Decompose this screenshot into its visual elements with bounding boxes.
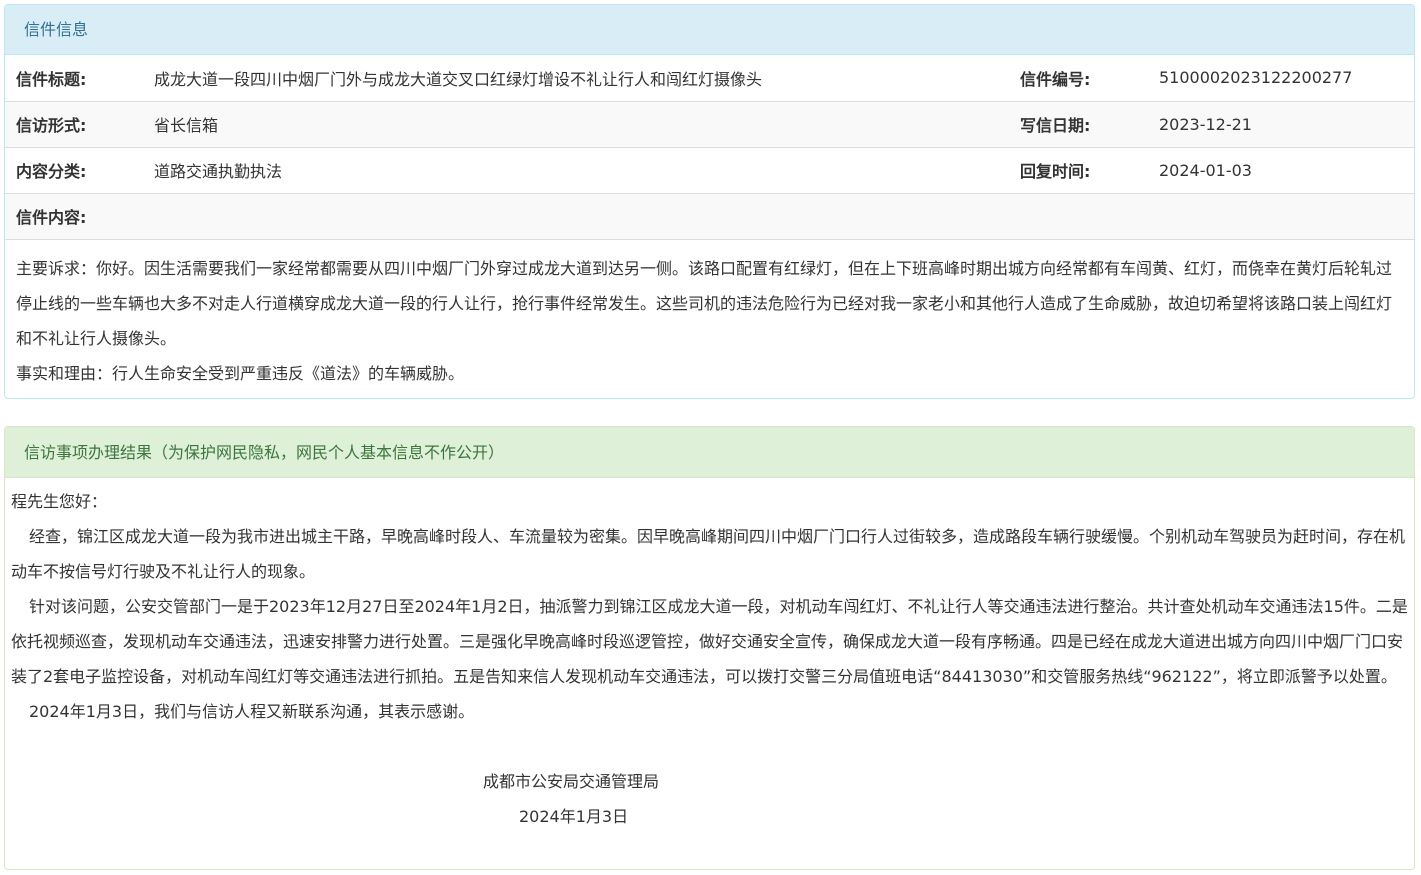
table-row: 信件标题: 成龙大道一段四川中烟厂门外与成龙大道交叉口红绿灯增设不礼让行人和闯红… [5, 55, 1414, 102]
letter-info-heading: 信件信息 [5, 5, 1414, 55]
content-paragraph: 事实和理由：行人生命安全受到严重违反《道法》的车辆威胁。 [16, 363, 465, 383]
reply-paragraph: 针对该问题，公安交管部门一是于2023年12月27日至2024年1月2日，抽派警… [11, 597, 1408, 686]
reply-time-label: 回复时间: [1009, 147, 1159, 194]
write-date-value: 2023-12-21 [1159, 101, 1414, 148]
write-date-label: 写信日期: [1009, 101, 1159, 148]
signature-org: 成都市公安局交通管理局 [483, 772, 660, 791]
table-row: 内容分类: 道路交通执勤执法 回复时间: 2024-01-03 [5, 147, 1414, 194]
signature-date: 2024年1月3日 [519, 807, 629, 826]
content-label: 信件内容: [5, 193, 1414, 240]
reply-greeting: 程先生您好： [11, 492, 108, 511]
letter-info-panel: 信件信息 信件标题: 成龙大道一段四川中烟厂门外与成龙大道交叉口红绿灯增设不礼让… [4, 4, 1415, 399]
title-label: 信件标题: [5, 55, 154, 102]
table-row: 信件内容: [5, 193, 1414, 240]
reply-paragraph: 2024年1月3日，我们与信访人程又新联系沟通，其表示感谢。 [29, 702, 475, 721]
letter-number-label: 信件编号: [1009, 55, 1159, 102]
result-panel: 信访事项办理结果（为保护网民隐私，网民个人基本信息不作公开） 程先生您好： 经查… [4, 426, 1415, 870]
letter-info-table: 信件标题: 成龙大道一段四川中烟厂门外与成龙大道交叉口红绿灯增设不礼让行人和闯红… [5, 55, 1414, 240]
title-value: 成龙大道一段四川中烟厂门外与成龙大道交叉口红绿灯增设不礼让行人和闯红灯摄像头 [154, 55, 1009, 102]
result-heading: 信访事项办理结果（为保护网民隐私，网民个人基本信息不作公开） [5, 427, 1414, 478]
reply-paragraph: 经查，锦江区成龙大道一段为我市进出城主干路，早晚高峰时段人、车流量较为密集。因早… [11, 527, 1406, 581]
reply-body: 程先生您好： 经查，锦江区成龙大道一段为我市进出城主干路，早晚高峰时段人、车流量… [5, 478, 1414, 834]
letter-number-value: 510000202312220027​7 [1159, 55, 1414, 102]
petition-form-label: 信访形式: [5, 101, 154, 148]
letter-content: 主要诉求：你好。因生活需要我们一家经常都需要从四川中烟厂门外穿过成龙大道到达另一… [5, 240, 1414, 391]
content-paragraph: 主要诉求：你好。因生活需要我们一家经常都需要从四川中烟厂门外穿过成龙大道到达另一… [16, 258, 1393, 348]
reply-time-value: 2024-01-03 [1159, 147, 1414, 194]
category-label: 内容分类: [5, 147, 154, 194]
petition-form-value: 省长信箱 [154, 101, 1009, 148]
category-value: 道路交通执勤执法 [154, 147, 1009, 194]
table-row: 信访形式: 省长信箱 写信日期: 2023-12-21 [5, 101, 1414, 148]
